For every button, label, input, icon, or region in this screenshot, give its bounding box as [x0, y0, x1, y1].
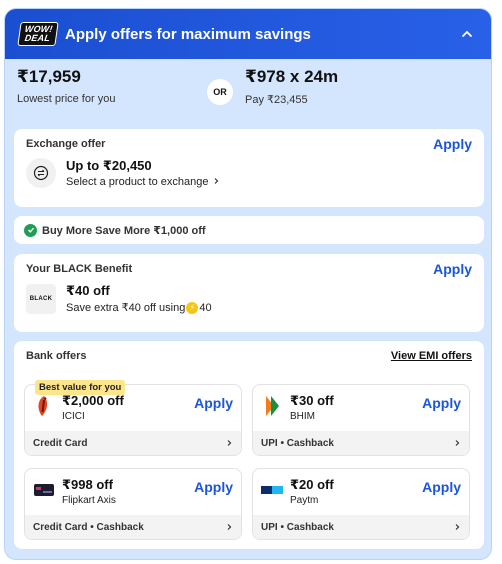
offer-amount: ₹30 off [290, 393, 334, 408]
offers-header[interactable]: WOW! DEAL Apply offers for maximum savin… [5, 9, 491, 59]
offers-panel: WOW! DEAL Apply offers for maximum savin… [4, 8, 492, 560]
exchange-amount: Up to ₹20,450 [66, 158, 152, 173]
emi-total-label: Pay ₹23,455 [245, 94, 308, 106]
emi-price-block: ₹978 x 24m Pay ₹23,455 [245, 67, 338, 106]
black-benefit-amount: ₹40 off [66, 283, 110, 298]
offer-type: Credit Card [33, 437, 88, 449]
coin-icon: ⚡ [186, 301, 199, 314]
header-title: Apply offers for maximum savings [65, 25, 311, 43]
black-benefit-title: Your BLACK Benefit [26, 263, 133, 275]
bank-offer-bhim[interactable]: ₹30 off BHIM Apply UPI • Cashback [252, 384, 470, 456]
icici-logo [33, 393, 55, 419]
price-summary: ₹17,959 Lowest price for you OR ₹978 x 2… [5, 59, 491, 129]
lowest-price: ₹17,959 [17, 67, 81, 86]
chevron-right-icon [225, 518, 233, 536]
bank-offers-card: Bank offers View EMI offers Best value f… [14, 341, 484, 549]
black-logo: BLACK [26, 283, 56, 314]
offer-bank-name: Flipkart Axis [62, 495, 116, 506]
offer-amount: ₹2,000 off [62, 393, 124, 408]
chevron-right-icon [453, 434, 461, 452]
icici-apply-button[interactable]: Apply [194, 395, 233, 411]
lowest-price-label: Lowest price for you [17, 93, 116, 105]
black-benefit-subtext: Save extra ₹40 off using [66, 302, 186, 314]
exchange-product-selector[interactable]: Up to ₹20,450 Select a product to exchan… [26, 158, 472, 188]
offer-type: Credit Card • Cashback [33, 521, 144, 533]
flipkart-axis-card-icon [33, 477, 55, 503]
exchange-apply-button[interactable]: Apply [433, 136, 472, 152]
offer-amount: ₹998 off [62, 477, 113, 492]
black-benefit-card: Your BLACK Benefit Apply BLACK ₹40 off S… [14, 254, 484, 332]
exchange-subtext: Select a product to exchange [66, 176, 209, 188]
paytm-logo [261, 477, 283, 503]
check-icon [24, 223, 37, 237]
offer-type: UPI • Cashback [261, 521, 334, 533]
offer-type: UPI • Cashback [261, 437, 334, 449]
buy-more-save-more-card: Buy More Save More ₹1,000 off [14, 216, 484, 244]
bhim-apply-button[interactable]: Apply [422, 395, 461, 411]
lowest-price-block: ₹17,959 Lowest price for you [17, 67, 115, 105]
view-emi-offers-link[interactable]: View EMI offers [391, 350, 472, 362]
bank-offer-flipkart-axis[interactable]: ₹998 off Flipkart Axis Apply Credit Card… [24, 468, 242, 540]
exchange-offer-title: Exchange offer [26, 138, 106, 150]
bhim-logo [261, 393, 283, 419]
chevron-up-icon[interactable] [457, 24, 477, 44]
exchange-icon [26, 158, 56, 188]
bmsm-text: Buy More Save More ₹1,000 off [42, 224, 206, 237]
chevron-right-icon [212, 176, 220, 188]
bank-offer-icici[interactable]: Best value for you ₹2,000 off ICICI Appl… [24, 380, 242, 456]
coin-value: 40 [199, 301, 212, 314]
offer-bank-name: Paytm [290, 495, 319, 506]
chevron-right-icon [225, 434, 233, 452]
offer-bank-name: ICICI [62, 411, 85, 422]
or-divider: OR [207, 79, 233, 105]
bank-offer-paytm[interactable]: ₹20 off Paytm Apply UPI • Cashback [252, 468, 470, 540]
exchange-offer-card: Exchange offer Apply Up to ₹20,450 Selec… [14, 129, 484, 207]
paytm-apply-button[interactable]: Apply [422, 479, 461, 495]
bank-offers-title: Bank offers [26, 350, 87, 362]
offer-bank-name: BHIM [290, 411, 315, 422]
emi-price: ₹978 x 24m [245, 67, 339, 86]
black-apply-button[interactable]: Apply [433, 261, 472, 277]
wow-deal-badge: WOW! DEAL [17, 22, 59, 46]
best-value-tag: Best value for you [35, 380, 126, 395]
chevron-right-icon [453, 518, 461, 536]
flipkart-axis-apply-button[interactable]: Apply [194, 479, 233, 495]
offer-amount: ₹20 off [290, 477, 334, 492]
